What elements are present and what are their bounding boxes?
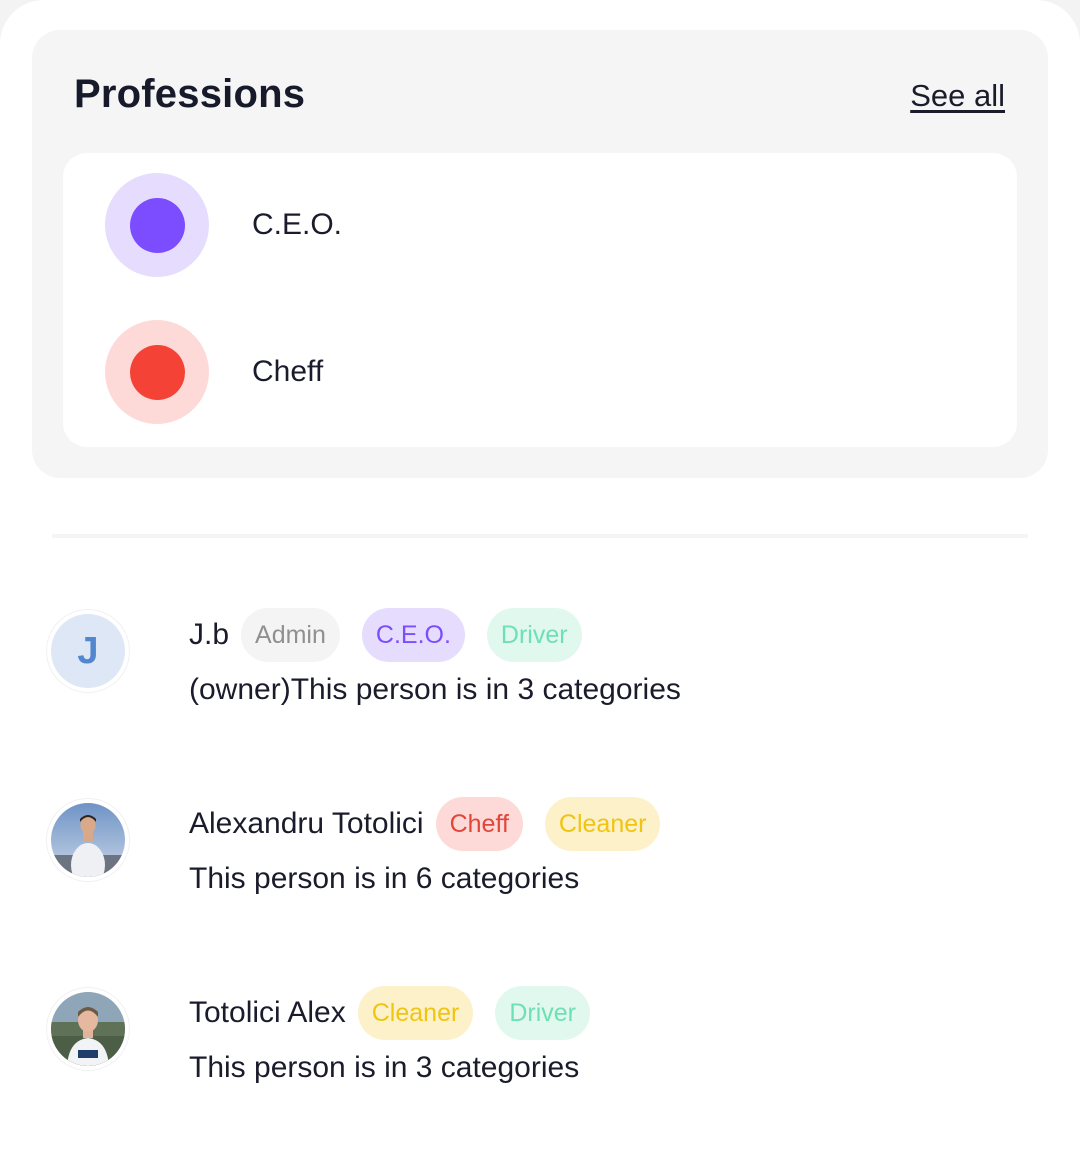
- professions-title: Professions: [74, 72, 306, 116]
- avatar: [47, 988, 129, 1070]
- profession-label: Cheff: [252, 355, 324, 388]
- profession-color-dot: [129, 197, 185, 253]
- section-divider: [52, 534, 1028, 538]
- avatar-letter: J: [51, 614, 125, 688]
- profession-label: C.E.O.: [252, 208, 343, 241]
- member-row[interactable]: Totolici Alex Cleaner Driver This person…: [0, 985, 1080, 1095]
- tag-driver: Driver: [495, 986, 590, 1040]
- professions-list: C.E.O. Cheff: [63, 153, 1017, 447]
- see-all-link[interactable]: See all: [910, 78, 1005, 114]
- professions-card: Professions See all C.E.O. Cheff: [32, 30, 1048, 478]
- member-description: (owner)This person is in 3 categories: [189, 673, 681, 706]
- person-photo-icon: [51, 992, 125, 1066]
- tag-driver: Driver: [486, 608, 582, 662]
- tag-admin: Admin: [241, 608, 340, 662]
- member-name: Totolici Alex: [189, 996, 346, 1029]
- profession-color-dot: [129, 344, 185, 400]
- member-name-line: Totolici Alex Cleaner Driver: [189, 985, 612, 1041]
- member-name-line: Alexandru Totolici Cheff Cleaner: [189, 796, 682, 852]
- member-name-line: J.b Admin C.E.O. Driver: [189, 607, 604, 663]
- member-row[interactable]: Alexandru Totolici Cheff Cleaner This pe…: [0, 796, 1080, 906]
- profession-color-icon: [105, 173, 209, 277]
- member-description: This person is in 3 categories: [189, 1051, 580, 1084]
- member-row[interactable]: J J.b Admin C.E.O. Driver (owner)This pe…: [0, 607, 1080, 717]
- member-name: J.b: [189, 618, 230, 651]
- person-photo-icon: [51, 803, 125, 877]
- avatar: J: [47, 610, 129, 692]
- bottom-sheet: Professions See all C.E.O. Cheff J J.b A…: [0, 0, 1080, 1160]
- profession-item-cheff[interactable]: Cheff: [105, 320, 323, 424]
- tag-cheff: Cheff: [435, 797, 523, 851]
- member-name: Alexandru Totolici: [189, 807, 424, 840]
- avatar: [47, 799, 129, 881]
- tag-ceo: C.E.O.: [361, 608, 465, 662]
- tag-cleaner: Cleaner: [357, 986, 474, 1040]
- profession-item-ceo[interactable]: C.E.O.: [105, 173, 342, 277]
- tag-cleaner: Cleaner: [544, 797, 661, 851]
- member-description: This person is in 6 categories: [189, 862, 580, 895]
- profession-color-icon: [105, 320, 209, 424]
